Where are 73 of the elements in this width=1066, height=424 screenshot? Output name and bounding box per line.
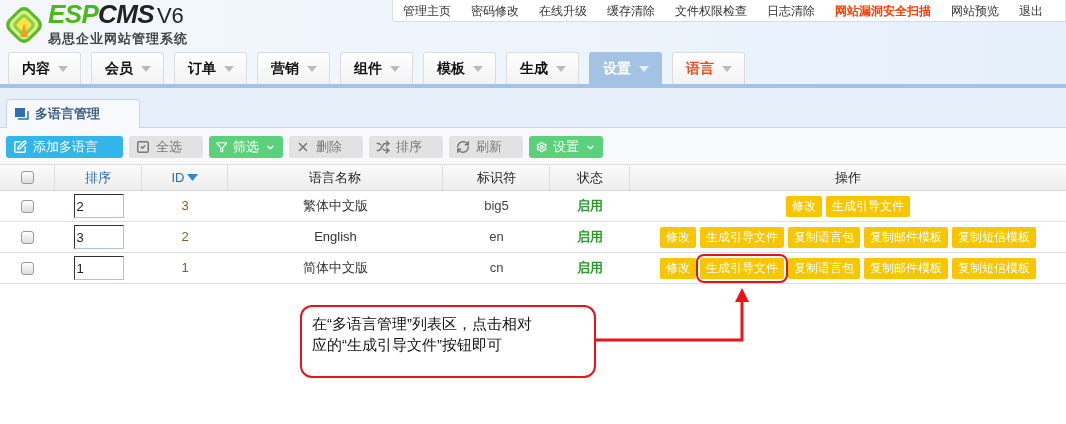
- refresh-icon: [456, 140, 470, 154]
- checkbox[interactable]: [21, 199, 34, 213]
- nav-tab[interactable]: 语言: [672, 52, 745, 84]
- table-cell-text: 繁体中文版: [302, 197, 369, 216]
- caret-icon: [140, 65, 151, 72]
- top-link[interactable]: 日志清除: [767, 1, 815, 20]
- table-cell-text: big5: [483, 197, 510, 216]
- table-cell-text: English: [313, 228, 358, 247]
- checkbox[interactable]: [21, 261, 34, 275]
- top-link[interactable]: 管理主页: [403, 1, 451, 20]
- toolbar-button[interactable]: 添加多语言: [6, 136, 123, 158]
- status-text: 启用: [576, 259, 604, 278]
- checkbox[interactable]: [21, 230, 34, 244]
- toolbar-button[interactable]: 筛选: [209, 136, 283, 158]
- column-header: 语言名称: [309, 168, 361, 187]
- windows-icon: [15, 108, 29, 120]
- table-cell-text: 简体中文版: [302, 259, 369, 278]
- table-cell-text: 2: [180, 228, 190, 247]
- page-tab[interactable]: 多语言管理: [6, 99, 140, 128]
- table-cell-text: cn: [488, 259, 505, 278]
- logo-subtitle: 易思企业网站管理系统: [48, 30, 188, 48]
- callout-text: 在“多语言管理”列表区，点击相对: [312, 314, 533, 334]
- status-text: 启用: [576, 197, 604, 216]
- checkbox-icon: [136, 140, 150, 154]
- top-link[interactable]: 网站预览: [951, 1, 999, 20]
- toolbar-button[interactable]: 删除: [289, 136, 363, 158]
- column-header: 标识符: [476, 168, 516, 187]
- top-link[interactable]: 在线升级: [539, 1, 587, 20]
- shuffle-icon: [376, 140, 390, 154]
- table-cell-text: 3: [180, 197, 190, 216]
- nav-tab[interactable]: 模板: [423, 52, 496, 84]
- order-input[interactable]: 3: [73, 225, 124, 249]
- caret-icon: [555, 65, 566, 72]
- column-header: 状态: [576, 168, 603, 187]
- top-link[interactable]: 网站漏洞安全扫描: [835, 1, 931, 20]
- toolbar-button[interactable]: 全选: [129, 136, 203, 158]
- top-link[interactable]: 密码修改: [471, 1, 519, 20]
- top-link[interactable]: 文件权限检查: [675, 1, 747, 20]
- order-input[interactable]: 1: [73, 256, 124, 280]
- callout-text: 应的“生成引导文件”按钮即可: [312, 335, 503, 355]
- caret-icon: [638, 65, 649, 72]
- top-link[interactable]: 退出: [1019, 1, 1043, 20]
- nav-tab[interactable]: 营销: [257, 52, 330, 84]
- table-cell-text: 1: [180, 259, 190, 278]
- nav-tab[interactable]: 生成: [506, 52, 579, 84]
- nav-tab[interactable]: 内容: [8, 52, 81, 84]
- sort-down-icon: [186, 174, 198, 181]
- edit-icon: [13, 140, 27, 154]
- table-cell-text: en: [488, 228, 505, 247]
- settings-icon: [536, 140, 548, 154]
- close-icon: [296, 140, 310, 154]
- toolbar-button[interactable]: 排序: [369, 136, 443, 158]
- top-link[interactable]: 缓存清除: [607, 1, 655, 20]
- logo-wordmark: ESPCMS: [48, 1, 154, 27]
- column-header[interactable]: 排序: [85, 167, 111, 188]
- column-header: 操作: [835, 168, 861, 187]
- nav-tab[interactable]: 组件: [340, 52, 413, 84]
- caret-icon: [306, 65, 317, 72]
- column-header[interactable]: ID: [171, 167, 198, 188]
- toolbar-button[interactable]: 刷新: [449, 136, 523, 158]
- caret-icon: [223, 65, 234, 72]
- order-input[interactable]: 2: [73, 194, 124, 218]
- logo-version: V6: [156, 5, 184, 27]
- checkbox[interactable]: [20, 171, 34, 184]
- toolbar-button[interactable]: 设置: [529, 136, 603, 158]
- nav-tab[interactable]: 订单: [174, 52, 247, 84]
- caret-icon: [389, 65, 400, 72]
- caret-icon: [472, 65, 483, 72]
- filter-icon: [216, 140, 228, 154]
- caret-icon: [57, 65, 68, 72]
- status-text: 启用: [576, 228, 604, 247]
- nav-tab[interactable]: 会员: [91, 52, 164, 84]
- caret-icon: [721, 65, 732, 72]
